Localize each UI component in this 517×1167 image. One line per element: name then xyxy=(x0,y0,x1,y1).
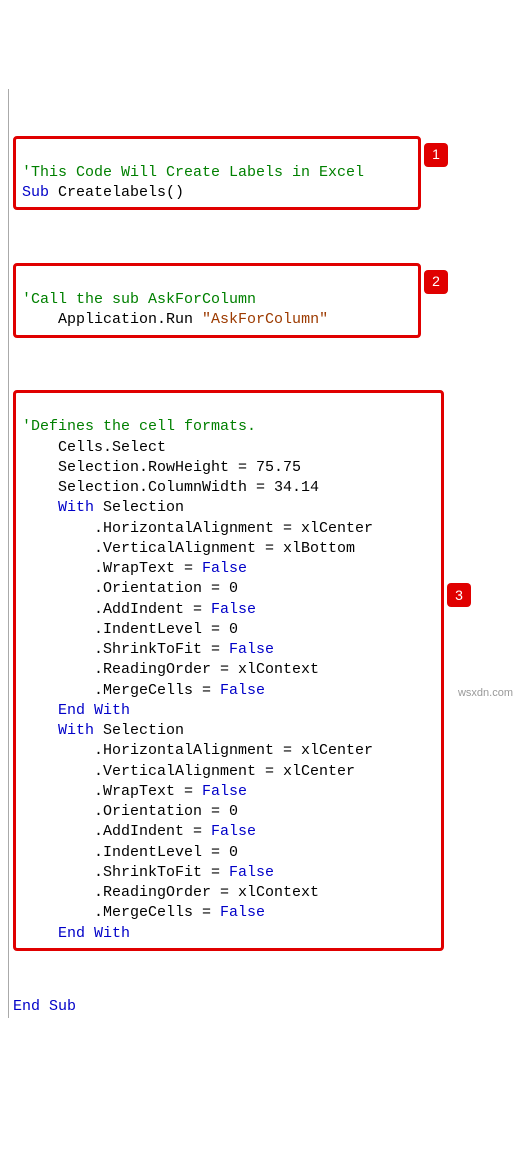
code-text: Application.Run xyxy=(58,311,202,328)
code-text: .ShrinkToFit = xyxy=(94,641,229,658)
code-padding xyxy=(22,904,94,921)
code-padding xyxy=(22,925,58,942)
code-text: Createlabels() xyxy=(49,184,184,201)
code-padding xyxy=(22,844,94,861)
code-padding xyxy=(22,520,94,537)
code-padding xyxy=(22,601,94,618)
code-padding xyxy=(22,722,58,739)
code-string: "AskForColumn" xyxy=(202,311,328,328)
code-padding xyxy=(22,641,94,658)
code-keyword: With xyxy=(58,722,94,739)
code-text: Selection.RowHeight = 75.75 xyxy=(22,459,301,476)
code-text: Cells.Select xyxy=(22,439,166,456)
code-comment: 'Defines the cell formats. xyxy=(22,418,256,435)
code-padding xyxy=(22,763,94,780)
code-padding xyxy=(22,560,94,577)
code-comment: 'This Code Will Create Labels in Excel xyxy=(22,164,364,181)
code-padding xyxy=(22,742,94,759)
code-text: .Orientation = 0 xyxy=(94,580,238,597)
code-padding xyxy=(22,702,58,719)
code-text: .WrapText = xyxy=(94,560,202,577)
code-text: .ReadingOrder = xlContext xyxy=(94,884,319,901)
code-comment: 'Call the sub AskForColumn xyxy=(22,291,256,308)
code-padding xyxy=(22,823,94,840)
code-padding xyxy=(22,580,94,597)
code-container: 1'This Code Will Create Labels in Excel … xyxy=(8,89,509,1018)
code-text: .ShrinkToFit = xyxy=(94,864,229,881)
code-keyword: End With xyxy=(58,925,130,942)
code-text: .ReadingOrder = xlContext xyxy=(94,661,319,678)
code-text: .HorizontalAlignment = xlCenter xyxy=(94,742,373,759)
code-keyword: Sub xyxy=(22,184,49,201)
code-text: .Orientation = 0 xyxy=(94,803,238,820)
code-text: .MergeCells = xyxy=(94,904,220,921)
code-block-3: 3'Defines the cell formats. Cells.Select… xyxy=(13,390,444,951)
code-padding xyxy=(22,783,94,800)
annotation-badge-2: 2 xyxy=(424,270,448,294)
code-text: .VerticalAlignment = xlBottom xyxy=(94,540,355,557)
code-padding xyxy=(22,499,58,516)
code-text: .AddIndent = xyxy=(94,823,211,840)
annotation-badge-3: 3 xyxy=(447,583,471,607)
code-value: False xyxy=(211,823,256,840)
code-text: .WrapText = xyxy=(94,783,202,800)
code-block-2: 2'Call the sub AskForColumn Application.… xyxy=(13,263,421,338)
code-padding xyxy=(22,621,94,638)
code-text: Selection.ColumnWidth = 34.14 xyxy=(22,479,319,496)
code-padding xyxy=(22,682,94,699)
code-text: .IndentLevel = 0 xyxy=(94,844,238,861)
code-padding xyxy=(22,540,94,557)
code-keyword: With xyxy=(58,499,94,516)
code-text: .HorizontalAlignment = xlCenter xyxy=(94,520,373,537)
code-value: False xyxy=(202,560,247,577)
code-value: False xyxy=(220,904,265,921)
code-padding xyxy=(22,803,94,820)
code-text: Selection xyxy=(94,499,184,516)
watermark: wsxdn.com xyxy=(458,686,513,701)
code-text: .MergeCells = xyxy=(94,682,220,699)
code-value: False xyxy=(211,601,256,618)
code-padding xyxy=(22,864,94,881)
code-value: False xyxy=(229,641,274,658)
code-value: False xyxy=(220,682,265,699)
code-block-1: 1'This Code Will Create Labels in Excel … xyxy=(13,136,421,211)
code-padding xyxy=(22,311,58,328)
code-keyword: End Sub xyxy=(13,998,76,1015)
code-text: Selection xyxy=(94,722,184,739)
code-text: .AddIndent = xyxy=(94,601,211,618)
code-text: .VerticalAlignment = xlCenter xyxy=(94,763,355,780)
code-padding xyxy=(22,661,94,678)
code-text: .IndentLevel = 0 xyxy=(94,621,238,638)
code-value: False xyxy=(229,864,274,881)
code-value: False xyxy=(202,783,247,800)
code-padding xyxy=(22,884,94,901)
code-keyword: End With xyxy=(58,702,130,719)
annotation-badge-1: 1 xyxy=(424,143,448,167)
